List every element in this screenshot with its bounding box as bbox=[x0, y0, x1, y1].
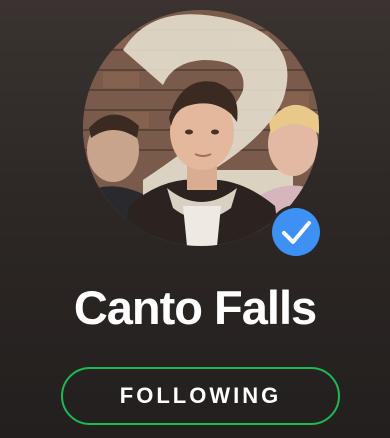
artist-name: Canto Falls bbox=[73, 281, 317, 334]
verified-badge bbox=[272, 208, 320, 256]
artist-header: Canto Falls FOLLOWING bbox=[0, 0, 390, 438]
checkmark-icon bbox=[282, 221, 311, 244]
following-button[interactable]: FOLLOWING bbox=[61, 367, 340, 425]
